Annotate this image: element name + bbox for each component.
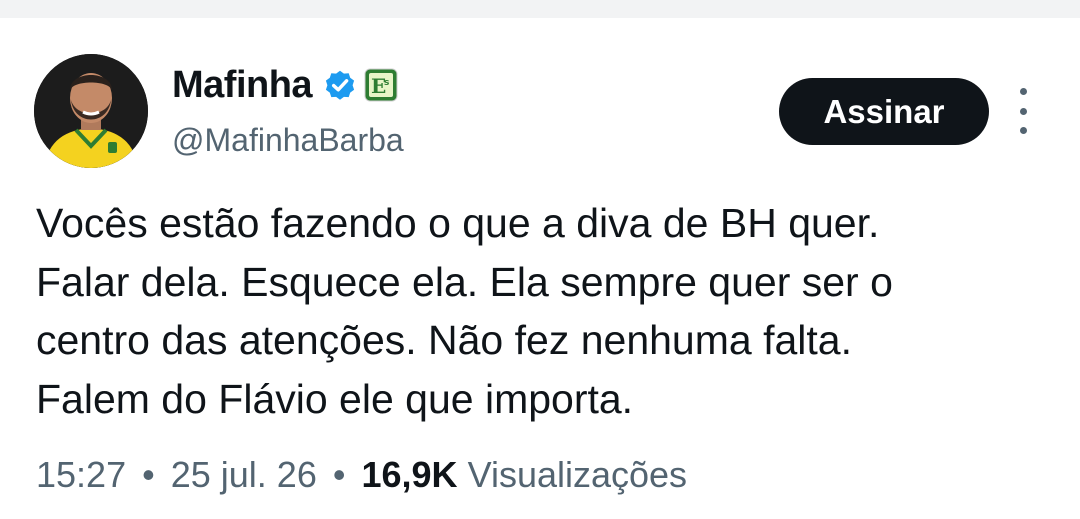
tweet-line: Falem do Flávio ele que importa.	[36, 375, 634, 422]
verified-badge-icon[interactable]	[322, 67, 358, 103]
author-handle[interactable]: @MafinhaBarba	[172, 122, 404, 159]
more-dot	[1019, 88, 1027, 95]
tweet-date[interactable]: 25 jul. 26	[171, 454, 317, 495]
avatar-image	[34, 54, 148, 168]
views-label[interactable]: Visualizações	[468, 454, 687, 495]
avatar[interactable]	[34, 54, 148, 168]
tweet-line: Vocês estão fazendo o que a diva de BH q…	[36, 200, 880, 246]
tweet-line: centro das atenções. Não fez nenhuma fal…	[36, 317, 852, 363]
tweet-time[interactable]: 15:27	[36, 454, 126, 495]
views-count[interactable]: 16,9K	[361, 454, 457, 495]
author-name-row: Mafinha E s	[172, 62, 398, 108]
tweet-text: Vocês estão fazendo o que a diva de BH q…	[36, 194, 1046, 428]
affiliate-badge-icon[interactable]: E s	[364, 68, 398, 102]
meta-separator: •	[332, 454, 346, 495]
more-vertical-icon[interactable]	[1010, 88, 1036, 134]
tweet-line: Falar dela. Esquece ela. Ela sempre quer…	[36, 258, 893, 305]
more-dot	[1019, 107, 1027, 115]
subscribe-button[interactable]: Assinar	[779, 78, 989, 145]
svg-text:s: s	[384, 78, 389, 88]
meta-separator: •	[142, 454, 155, 495]
more-dot	[1019, 127, 1027, 134]
author-name[interactable]: Mafinha	[172, 64, 313, 107]
top-bar	[0, 0, 1080, 18]
tweet-meta: 15:27 • 25 jul. 26 • 16,9K Visualizações	[36, 454, 687, 496]
